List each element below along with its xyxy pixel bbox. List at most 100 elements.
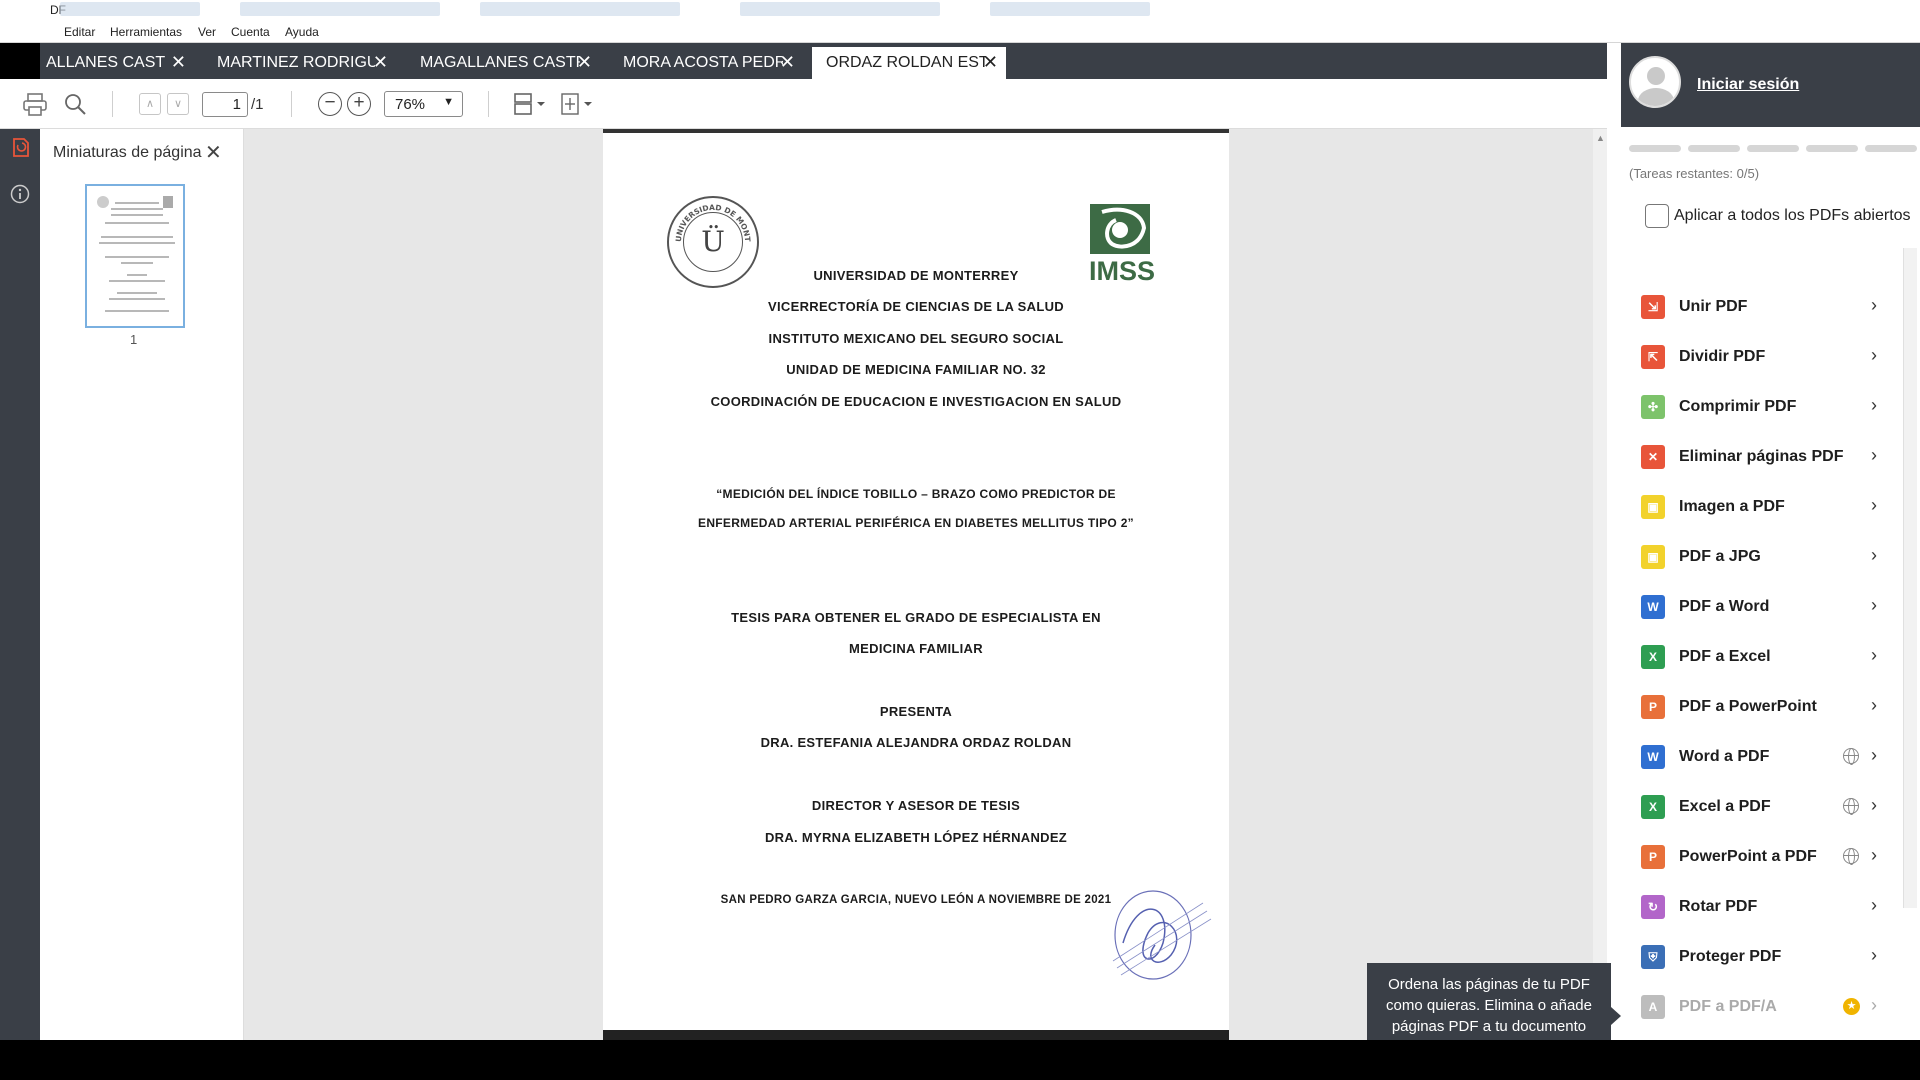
menu-editar[interactable]: Editar: [64, 25, 95, 39]
tool-item[interactable]: ▣ Imagen a PDF ›: [1637, 489, 1891, 529]
thumb-logo: [163, 196, 173, 208]
zoom-in-icon[interactable]: +: [347, 92, 371, 116]
ghost-taskbar-tab: [480, 2, 680, 16]
login-link[interactable]: Iniciar sesión: [1697, 76, 1799, 94]
globe-icon: [1843, 798, 1859, 815]
close-icon[interactable]: ✕: [205, 140, 222, 165]
avatar-head: [1647, 67, 1665, 85]
menu-herramientas[interactable]: Herramientas: [110, 25, 182, 39]
tool-item[interactable]: X PDF a Excel ›: [1637, 639, 1891, 679]
ghost-taskbar-tab: [740, 2, 940, 16]
tool-label: Eliminar páginas PDF: [1679, 448, 1844, 465]
zoom-out-icon[interactable]: −: [318, 92, 342, 116]
tool-icon: ⛨: [1641, 945, 1665, 969]
tool-label: Imagen a PDF: [1679, 498, 1785, 515]
doc-title-line: ENFERMEDAD ARTERIAL PERIFÉRICA EN DIABET…: [698, 516, 1134, 530]
tool-item[interactable]: W Word a PDF ›: [1637, 739, 1891, 779]
doc-director-label: DIRECTOR Y ASESOR DE TESIS: [811, 798, 1021, 813]
tool-icon: ▣: [1641, 545, 1665, 569]
tool-item[interactable]: ✕ Eliminar páginas PDF ›: [1637, 439, 1891, 479]
tool-item[interactable]: A PDF a PDF/A ★ ›: [1637, 989, 1891, 1029]
globe-icon: [1843, 748, 1859, 765]
account-header: Iniciar sesión: [1621, 43, 1920, 127]
tool-item[interactable]: ⛨ Proteger PDF ›: [1637, 939, 1891, 979]
task-progress-segment: [1806, 145, 1858, 152]
chevron-right-icon: ›: [1871, 645, 1877, 665]
globe-icon: [1843, 848, 1859, 865]
tool-item[interactable]: ↻ Rotar PDF ›: [1637, 889, 1891, 929]
scroll-up-icon[interactable]: ▲: [1596, 133, 1605, 143]
chevron-right-icon: ›: [1871, 495, 1877, 515]
tooltip-line: Ordena las páginas de tu PDF: [1388, 976, 1590, 993]
thumb-text-line: [111, 214, 163, 216]
page-layout-icon[interactable]: [512, 91, 548, 117]
avatar[interactable]: [1629, 56, 1681, 108]
viewer-toolbar: ∧ ∨ 1 /1 − + 76% ▼: [0, 79, 1607, 129]
tool-icon: ✕: [1641, 445, 1665, 469]
next-page-button[interactable]: ∨: [167, 93, 189, 115]
print-icon[interactable]: [22, 91, 48, 117]
left-sidebar-rail: [0, 129, 40, 1040]
tab-document-active[interactable]: ORDAZ ROLDAN ESTEF ✕: [812, 47, 1006, 79]
thumb-text-line: [105, 222, 169, 224]
info-icon[interactable]: [8, 183, 32, 207]
thumb-text-line: [115, 202, 159, 204]
document-viewer[interactable]: Ü UNIVERSIDAD DE MONTERREY IMSS UNIVERSI…: [244, 129, 1607, 1040]
ghost-taskbar-tab: [990, 2, 1150, 16]
tab-close-icon[interactable]: ✕: [577, 52, 592, 73]
tool-item[interactable]: ⇱ Dividir PDF ›: [1637, 339, 1891, 379]
tab-label: ALLANES CASTRU: [46, 54, 166, 71]
toolbar-divider: [488, 91, 489, 117]
page-thumbnail[interactable]: [85, 184, 185, 328]
tool-item[interactable]: ✣ Comprimir PDF ›: [1637, 389, 1891, 429]
toolbar-divider: [112, 91, 113, 117]
search-icon[interactable]: [62, 91, 88, 117]
page-number-input[interactable]: 1: [202, 92, 248, 117]
chevron-right-icon: ›: [1871, 895, 1877, 915]
doc-title-line: “MEDICIÓN DEL ÍNDICE TOBILLO – BRAZO COM…: [716, 487, 1116, 501]
tool-label: PDF a Excel: [1679, 648, 1771, 665]
doc-director: DRA. MYRNA ELIZABETH LÓPEZ HÉRNANDEZ: [764, 830, 1068, 845]
menu-cuenta[interactable]: Cuenta: [231, 25, 270, 39]
tab-document[interactable]: MARTINEZ RODRIGUEZ ✕: [203, 47, 396, 79]
menu-ayuda[interactable]: Ayuda: [285, 25, 319, 39]
thumbnails-icon[interactable]: [8, 135, 32, 159]
tab-close-icon[interactable]: ✕: [373, 52, 388, 73]
zoom-select[interactable]: 76% ▼: [384, 91, 463, 117]
chevron-right-icon: ›: [1871, 545, 1877, 565]
tool-item[interactable]: P PDF a PowerPoint ›: [1637, 689, 1891, 729]
tooltip-line: páginas PDF a tu documento: [1391, 1018, 1587, 1035]
chevron-right-icon: ›: [1871, 945, 1877, 965]
tab-document[interactable]: MAGALLANES CASTRU ✕: [406, 47, 600, 79]
viewer-scrollbar[interactable]: ▲: [1593, 129, 1607, 1040]
tool-item[interactable]: W PDF a Word ›: [1637, 589, 1891, 629]
tool-icon: ↻: [1641, 895, 1665, 919]
ghost-taskbar-tab: [240, 2, 440, 16]
tool-item[interactable]: ⇲ Unir PDF ›: [1637, 289, 1891, 329]
tab-close-icon[interactable]: ✕: [171, 52, 186, 73]
tab-document[interactable]: MORA ACOSTA PEDRO ✕: [609, 47, 803, 79]
menu-ver[interactable]: Ver: [198, 25, 216, 39]
tool-item[interactable]: ▣ PDF a JPG ›: [1637, 539, 1891, 579]
chevron-right-icon: ›: [1871, 795, 1877, 815]
chevron-right-icon: ›: [1871, 845, 1877, 865]
tool-icon: X: [1641, 645, 1665, 669]
tool-label: Excel a PDF: [1679, 798, 1771, 815]
tool-item[interactable]: X Excel a PDF ›: [1637, 789, 1891, 829]
premium-star-icon: ★: [1843, 998, 1860, 1015]
tab-close-icon[interactable]: ✕: [780, 52, 795, 73]
tool-label: PDF a JPG: [1679, 548, 1761, 565]
apply-all-checkbox[interactable]: [1645, 204, 1669, 228]
previous-page-button[interactable]: ∧: [139, 93, 161, 115]
tool-label: PowerPoint a PDF: [1679, 848, 1817, 865]
app-window: DF Editar Herramientas Ver Cuenta Ayuda …: [0, 0, 1920, 1080]
tab-document[interactable]: ALLANES CASTRU ✕: [40, 47, 194, 79]
fit-page-icon[interactable]: [559, 91, 595, 117]
tab-close-icon[interactable]: ✕: [983, 52, 998, 73]
doc-author: DRA. ESTEFANIA ALEJANDRA ORDAZ ROLDAN: [760, 735, 1072, 750]
tools-scrollbar[interactable]: [1903, 248, 1917, 908]
tool-item[interactable]: P PowerPoint a PDF ›: [1637, 839, 1891, 879]
tool-icon: ⇱: [1641, 345, 1665, 369]
task-progress-segment: [1747, 145, 1799, 152]
doc-header-line: COORDINACIÓN DE EDUCACION E INVESTIGACIO…: [710, 394, 1122, 409]
